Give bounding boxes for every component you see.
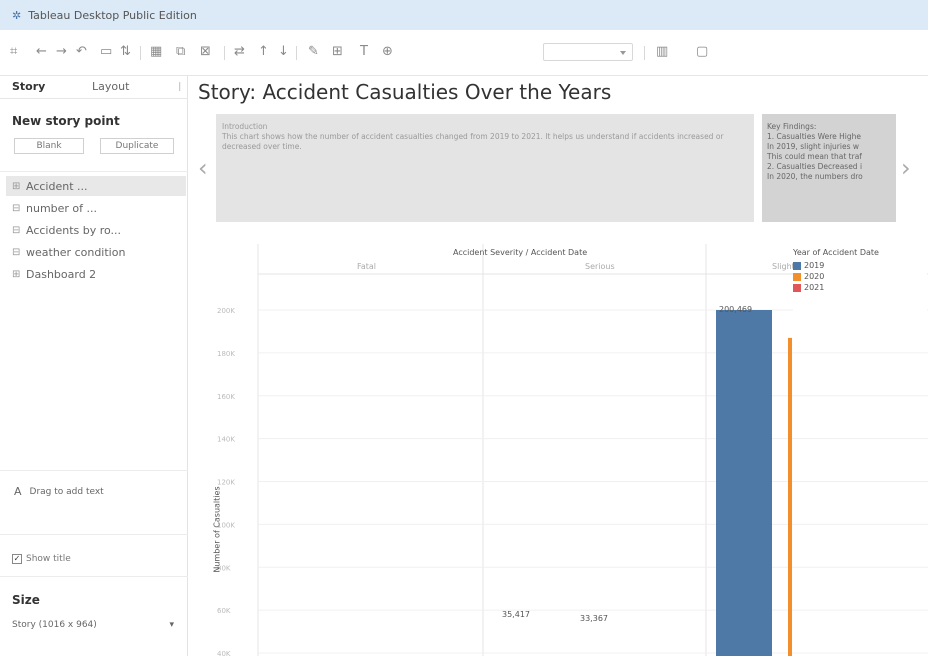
sheet-item[interactable]: ⊟ number of ...	[6, 198, 186, 218]
legend-title: Year of Accident Date	[793, 248, 879, 257]
save-icon[interactable]: ▭	[100, 42, 112, 62]
data-label: 200,469	[719, 305, 752, 314]
undo-icon[interactable]: ↶	[76, 42, 87, 62]
sheet-item[interactable]: ⊞ Dashboard 2	[6, 264, 186, 284]
intro-text: This chart shows how the number of accid…	[222, 132, 724, 151]
legend: Year of Accident Date 2019 2020 2021	[793, 248, 927, 318]
sheet-item-label: Accidents by ro...	[26, 223, 122, 237]
sheet-icon: ⊟	[12, 202, 21, 214]
y-tick-label: 200K	[217, 307, 235, 315]
show-title-checkbox[interactable]: ✓ Show title	[12, 554, 71, 564]
story-point-key-findings[interactable]: Key Findings: 1. Casualties Were Highe In …	[762, 114, 896, 222]
sheet-icon: ⊟	[12, 224, 21, 236]
story-pane: Story Layout ❘ New story point Blank Dup…	[0, 76, 188, 656]
drag-text-label: Drag to add text	[29, 486, 104, 497]
chart-area: 40K 60K 80K 100K 120K 140K 160K 180K 200K Fatal Se…	[197, 240, 928, 656]
legend-swatch	[793, 283, 801, 292]
legend-item[interactable]: 2020	[793, 271, 927, 282]
bar-slight-2020[interactable]	[788, 337, 792, 656]
legend-label: 2021	[804, 283, 825, 292]
labels-icon[interactable]: T	[360, 42, 368, 62]
legend-item[interactable]: 2021	[793, 282, 927, 293]
text-icon: A	[14, 485, 22, 498]
previous-story-point-icon[interactable]: ‹	[198, 154, 208, 182]
sheet-item[interactable]: ⊟ weather condition	[6, 242, 186, 262]
new-worksheet-icon[interactable]: ▦	[150, 42, 162, 62]
tableau-logo-icon: ✲	[12, 8, 22, 22]
bar-slight-2019[interactable]	[716, 310, 772, 656]
y-tick-label: 40K	[217, 650, 231, 656]
sheet-item[interactable]: ⊟ Accidents by ro...	[6, 220, 186, 240]
size-dropdown[interactable]: Story (1016 x 964) ▾	[12, 620, 174, 630]
clear-sheet-icon[interactable]: ⊠	[200, 42, 211, 62]
group-icon[interactable]: ⊞	[332, 42, 343, 62]
show-me-icon[interactable]: ▥	[656, 42, 668, 62]
key-finding-line: This could mean that traf	[767, 152, 862, 161]
legend-swatch	[793, 261, 801, 270]
title-bar: ✲ Tableau Desktop Public Edition	[0, 0, 928, 30]
y-tick-label: 60K	[217, 607, 231, 615]
sheet-icon: ⊟	[12, 246, 21, 258]
sheet-item-label: weather condition	[26, 245, 126, 259]
y-tick-label: 180K	[217, 350, 235, 358]
show-title-label: Show title	[26, 554, 71, 564]
column-header: Fatal	[357, 262, 376, 271]
size-value: Story (1016 x 964)	[12, 620, 97, 630]
tableau-home-icon[interactable]: ⌗	[10, 42, 17, 62]
new-data-source-icon[interactable]: ⇅	[120, 42, 131, 62]
story-canvas: Story: Accident Casualties Over the Year…	[189, 76, 928, 656]
checkbox-icon[interactable]: ✓	[12, 554, 22, 564]
column-header: Serious	[585, 262, 615, 271]
y-axis-label: Number of Casualties	[212, 486, 222, 573]
sheet-item-label: Accident ...	[26, 179, 88, 193]
toolbar: ⌗ ← → ↶ ▭ ⇅ ▦ ⧉ ⊠ ⇄ ↑ ↓ ✎ ⊞ T ⊕ ▥ ▢	[0, 30, 928, 76]
dashboard-icon: ⊞	[12, 268, 21, 280]
chevron-down-icon: ▾	[169, 620, 174, 630]
legend-label: 2020	[804, 272, 825, 281]
forward-icon[interactable]: →	[56, 42, 67, 62]
y-tick-label: 160K	[217, 393, 235, 401]
legend-label: 2019	[804, 261, 825, 270]
collapse-handle-icon[interactable]: ❘	[176, 82, 184, 92]
back-icon[interactable]: ←	[36, 42, 47, 62]
story-point-introduction[interactable]: Introduction This chart shows how the nu…	[216, 114, 754, 222]
duplicate-button[interactable]: Duplicate	[100, 138, 174, 154]
size-header: Size	[12, 593, 40, 607]
duplicate-icon[interactable]: ⧉	[176, 42, 185, 62]
tab-story[interactable]: Story	[12, 80, 45, 93]
app-title: Tableau Desktop Public Edition	[28, 8, 197, 22]
key-finding-line: Key Findings:	[767, 122, 817, 131]
tab-layout[interactable]: Layout	[92, 80, 129, 93]
fix-axes-icon[interactable]: ⊕	[382, 42, 393, 62]
sort-descending-icon[interactable]: ↓	[278, 42, 289, 62]
drag-to-add-text[interactable]: A Drag to add text	[14, 485, 104, 498]
y-tick-label: 140K	[217, 436, 235, 444]
next-story-point-icon[interactable]: ›	[901, 154, 911, 182]
presentation-icon[interactable]: ▢	[696, 42, 708, 62]
sort-ascending-icon[interactable]: ↑	[258, 42, 269, 62]
story-title: Story: Accident Casualties Over the Year…	[198, 80, 612, 104]
key-finding-line: In 2019, slight injuries w	[767, 142, 859, 151]
fit-dropdown[interactable]	[543, 43, 633, 61]
sheet-item-label: Dashboard 2	[26, 267, 97, 281]
legend-item[interactable]: 2019	[793, 260, 927, 271]
sheet-item-label: number of ...	[26, 201, 98, 215]
sheet-item[interactable]: ⊞ Accident ...	[6, 176, 186, 196]
key-finding-line: 2. Casualties Decreased i	[767, 162, 863, 171]
new-story-point-label: New story point	[12, 114, 120, 128]
chart-header: Accident Severity / Accident Date	[453, 248, 588, 257]
intro-heading: Introduction	[222, 122, 268, 131]
highlight-icon[interactable]: ✎	[308, 42, 319, 62]
data-label: 35,417	[502, 610, 530, 619]
legend-swatch	[793, 272, 801, 281]
blank-button[interactable]: Blank	[14, 138, 84, 154]
column-header: Slight	[772, 262, 795, 271]
data-label: 33,367	[580, 614, 608, 623]
key-finding-line: In 2020, the numbers dro	[767, 172, 863, 181]
dashboard-icon: ⊞	[12, 180, 21, 192]
key-finding-line: 1. Casualties Were Highe	[767, 132, 862, 141]
swap-icon[interactable]: ⇄	[234, 42, 245, 62]
